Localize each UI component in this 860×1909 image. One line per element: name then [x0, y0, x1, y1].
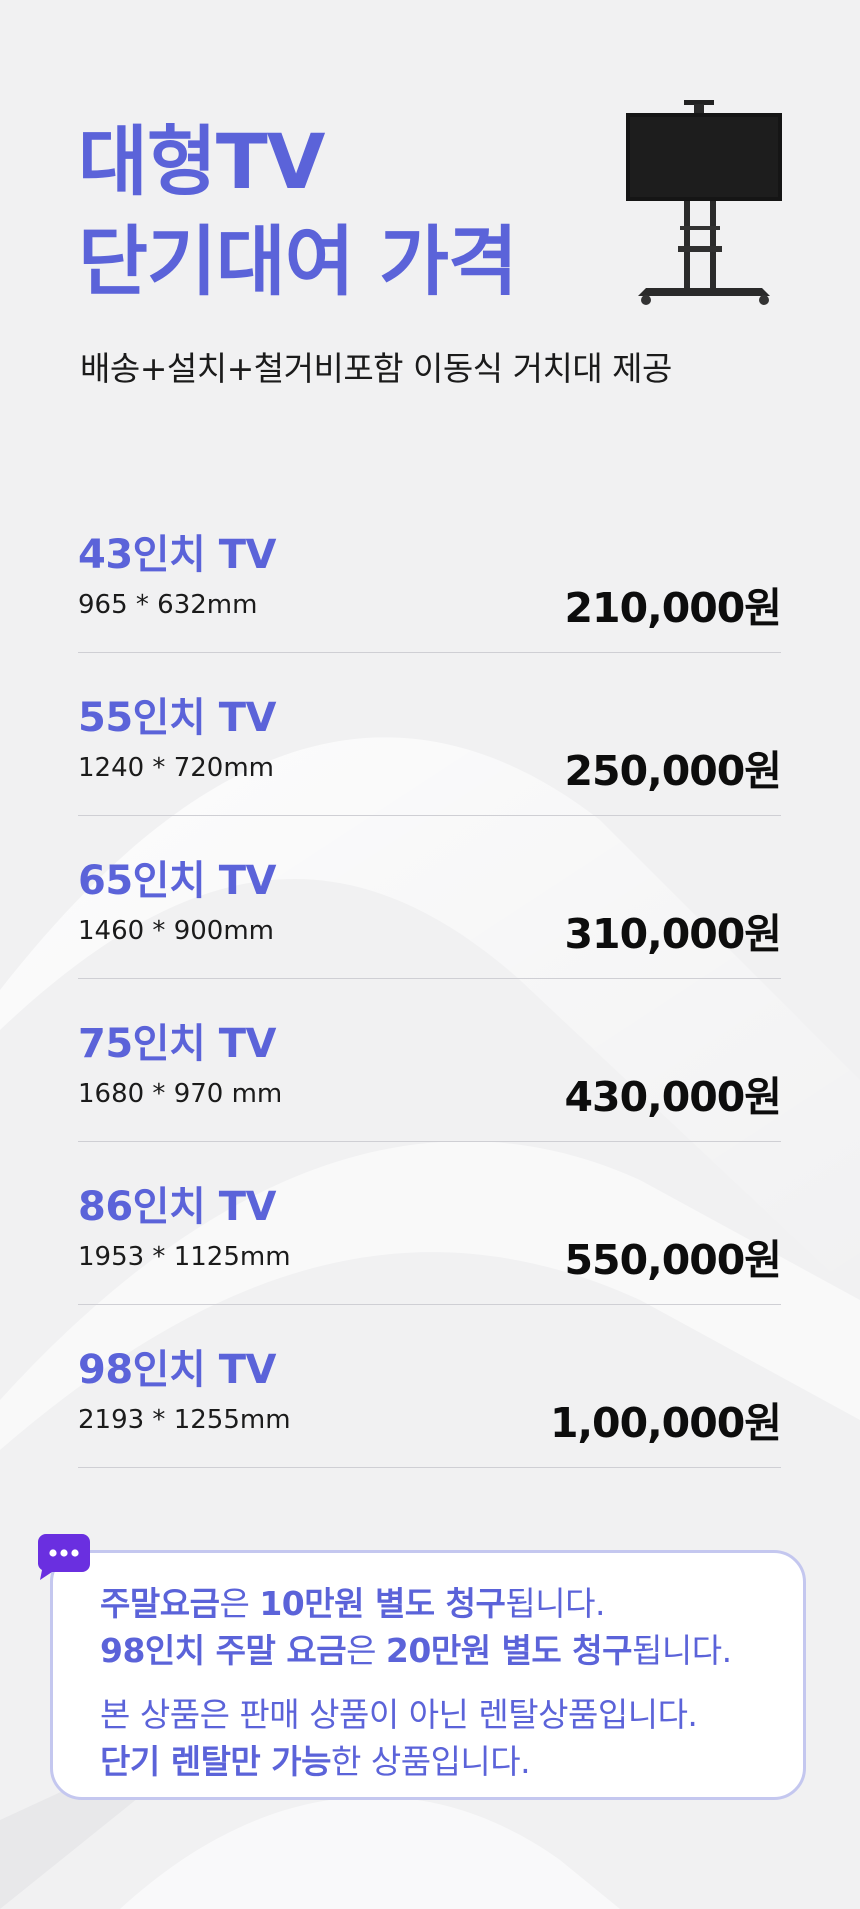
list-item: 55인치 TV 1240 * 720mm 250,000원: [78, 653, 782, 816]
product-name: 65인치 TV: [78, 858, 276, 904]
product-size: 2193 * 1255mm: [78, 1405, 291, 1435]
list-item: 98인치 TV 2193 * 1255mm 1,00,000원: [78, 1305, 782, 1468]
notice-emphasis: 단기 렌탈만 가능: [100, 1742, 332, 1781]
page-title: 대형TV 단기대여 가격: [78, 112, 518, 312]
notice-line-rental: 본 상품은 판매 상품이 아닌 렌탈상품입니다.: [100, 1695, 698, 1734]
notice-emphasis: 20만원 별도 청구: [385, 1631, 633, 1670]
notice-text: 됩니다.: [631, 1631, 732, 1670]
notice-text: 됩니다.: [505, 1584, 605, 1623]
product-size: 1953 * 1125mm: [78, 1242, 291, 1272]
notice-line-98-weekend: 98인치 주말 요금은 20만원 별도 청구됩니다.: [100, 1624, 732, 1672]
list-item: 86인치 TV 1953 * 1125mm 550,000원: [78, 1142, 782, 1305]
notice-emphasis: 주말요금: [100, 1584, 220, 1623]
product-name: 43인치 TV: [78, 532, 276, 578]
product-name: 55인치 TV: [78, 695, 276, 741]
product-size: 965 * 632mm: [78, 590, 258, 620]
product-size: 1680 * 970 mm: [78, 1079, 283, 1109]
notice-text: 한 상품입니다.: [331, 1742, 531, 1781]
notice-text: 은: [346, 1631, 386, 1670]
title-line-2: 단기대여 가격: [78, 217, 518, 306]
product-name: 86인치 TV: [78, 1184, 276, 1230]
notice-text: 은: [219, 1584, 260, 1623]
notice-emphasis: 98인치 주말 요금: [100, 1631, 347, 1670]
list-item: 43인치 TV 965 * 632mm 210,000원: [78, 490, 782, 653]
list-item: 75인치 TV 1680 * 970 mm 430,000원: [78, 979, 782, 1142]
title-line-1: 대형TV: [78, 117, 326, 206]
price-list: 43인치 TV 965 * 632mm 210,000원 55인치 TV 124…: [78, 490, 782, 1468]
product-name: 75인치 TV: [78, 1021, 276, 1067]
tv-stand-icon: [626, 100, 782, 305]
product-price: 210,000원: [564, 584, 782, 632]
notice-emphasis: 10만원 별도 청구: [259, 1584, 506, 1623]
product-price: 550,000원: [564, 1236, 782, 1284]
list-item: 65인치 TV 1460 * 900mm 310,000원: [78, 816, 782, 979]
product-price: 250,000원: [564, 747, 782, 795]
product-name: 98인치 TV: [78, 1347, 276, 1393]
chat-bubble-icon: [38, 1534, 90, 1580]
product-size: 1460 * 900mm: [78, 916, 274, 946]
product-price: 1,00,000원: [549, 1399, 782, 1447]
notice-line-weekend: 주말요금은 10만원 별도 청구됩니다.: [100, 1577, 605, 1625]
notice-box: 주말요금은 10만원 별도 청구됩니다. 98인치 주말 요금은 20만원 별도…: [50, 1550, 806, 1800]
product-price: 430,000원: [564, 1073, 782, 1121]
subtitle: 배송+설치+철거비포함 이동식 거치대 제공: [80, 349, 672, 388]
notice-line-short-term: 단기 렌탈만 가능한 상품입니다.: [100, 1735, 531, 1783]
product-price: 310,000원: [564, 910, 782, 958]
product-size: 1240 * 720mm: [78, 753, 274, 783]
